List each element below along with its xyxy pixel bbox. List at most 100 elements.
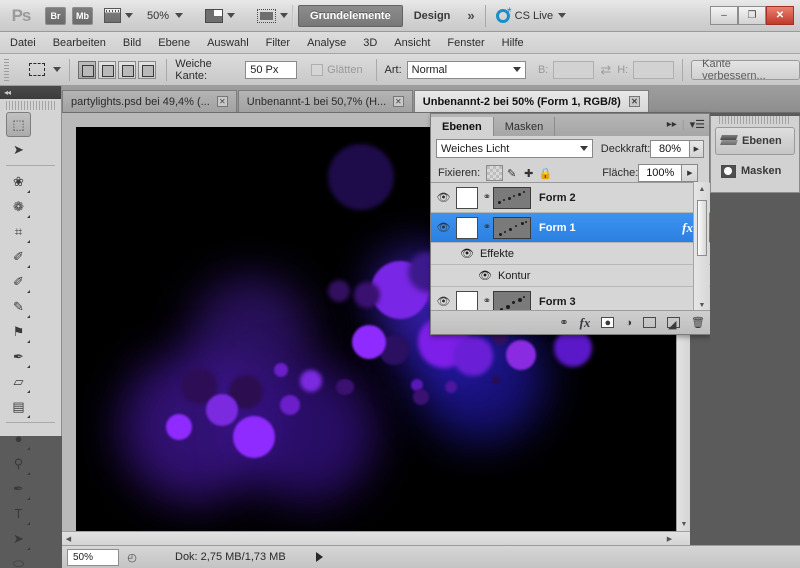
document-tab-unbenannt-1[interactable]: Unbenannt-1 bei 50,7% (H... ✕ — [237, 90, 413, 112]
layers-scrollbar[interactable]: ▲ ▼ — [693, 182, 709, 312]
blur-tool[interactable]: ● — [6, 426, 31, 451]
blend-mode-select[interactable]: Weiches Licht — [436, 139, 593, 158]
gradient-tool[interactable]: ▤ — [6, 394, 31, 419]
layer-link-icon[interactable]: ⚭ — [481, 192, 493, 203]
lock-position-icon[interactable]: ✚ — [520, 165, 537, 181]
history-brush-tool[interactable]: ✒ — [6, 344, 31, 369]
tab-masken[interactable]: Masken — [494, 117, 556, 136]
lock-image-pixels-icon[interactable]: ✎ — [503, 165, 520, 181]
scroll-left-icon[interactable]: ◀ — [62, 532, 75, 546]
intersect-selection-button[interactable] — [138, 60, 157, 79]
effect-visibility-eye-icon[interactable]: 👁 — [478, 269, 492, 282]
clone-stamp-tool[interactable]: ⚑ — [6, 319, 31, 344]
dodge-tool[interactable]: ⚲ — [6, 451, 31, 476]
pen-tool[interactable]: ✒ — [6, 476, 31, 501]
app-zoom-level[interactable]: 50% — [147, 10, 169, 22]
move-tool[interactable]: ➤ — [6, 137, 31, 162]
menu-item-datei[interactable]: Datei — [10, 37, 36, 49]
menu-item-auswahl[interactable]: Auswahl — [207, 37, 249, 49]
new-selection-button[interactable] — [78, 60, 97, 79]
tab-ebenen[interactable]: Ebenen — [431, 117, 494, 136]
lock-transparency-icon[interactable] — [486, 165, 504, 181]
new-group-button[interactable] — [643, 317, 657, 328]
layer-thumbnail[interactable] — [493, 186, 531, 209]
dock-item-ebenen[interactable]: Ebenen — [715, 127, 795, 155]
panel-menu-icon[interactable]: ▾☰ — [690, 118, 705, 131]
arrange-documents-control[interactable] — [191, 8, 236, 23]
delete-layer-button[interactable]: 🗑 — [691, 316, 705, 329]
layer-styles-button[interactable]: fx — [580, 315, 591, 331]
path-selection-tool[interactable]: ➤ — [6, 526, 31, 551]
toolbox-grip[interactable] — [6, 101, 55, 110]
rectangular-marquee-tool[interactable]: ⬚ — [6, 112, 31, 137]
lock-all-icon[interactable]: 🔒 — [537, 165, 554, 181]
add-layer-mask-button[interactable]: ● — [601, 317, 615, 329]
layer-effects-group-row[interactable]: 👁 Effekte — [431, 243, 711, 265]
status-zoom-input[interactable]: 50% — [67, 548, 119, 566]
layer-link-icon[interactable]: ⚭ — [481, 296, 493, 307]
close-button[interactable]: ✕ — [766, 6, 794, 25]
table-row[interactable]: 👁 ⚭ Form 2 — [431, 183, 711, 213]
collapse-panel-icon[interactable]: ▸▸ — [667, 119, 677, 130]
workspace-design[interactable]: Design — [403, 6, 462, 26]
minimize-button[interactable]: – — [710, 6, 738, 25]
toolbox-collapse-handle[interactable]: ◂◂ — [0, 86, 61, 99]
width-input[interactable] — [553, 60, 595, 79]
layer-effect-row[interactable]: 👁 Kontur — [431, 265, 711, 287]
new-fill-adjustment-button[interactable]: ◑ — [625, 317, 632, 329]
menu-item-fenster[interactable]: Fenster — [447, 37, 484, 49]
document-tab-unbenannt-2[interactable]: Unbenannt-2 bei 50% (Form 1, RGB/8) * ✕ — [413, 90, 649, 112]
feather-input[interactable]: 50 Px — [245, 60, 298, 79]
layer-visibility-eye-icon[interactable]: 👁 — [431, 295, 456, 308]
opacity-stepper[interactable]: ▶ — [689, 139, 704, 158]
layer-visibility-eye-icon[interactable]: 👁 — [431, 191, 456, 204]
style-select[interactable]: Normal — [406, 60, 526, 79]
layer-link-icon[interactable]: ⚭ — [481, 222, 493, 233]
rectangular-marquee-icon[interactable] — [29, 63, 46, 76]
dock-item-masken[interactable]: Masken — [715, 157, 795, 185]
right-dock-grip[interactable] — [719, 116, 791, 124]
add-to-selection-button[interactable] — [98, 60, 117, 79]
workspace-grundelemente[interactable]: Grundelemente — [298, 4, 403, 27]
canvas-horizontal-scrollbar[interactable]: ◀ ▶ — [62, 531, 690, 545]
cs-live-button[interactable]: CS Live — [495, 5, 567, 23]
eraser-tool[interactable]: ▱ — [6, 369, 31, 394]
lasso-tool[interactable]: ❀ — [6, 169, 31, 194]
type-tool[interactable]: T — [6, 501, 31, 526]
menu-item-bearbeiten[interactable]: Bearbeiten — [53, 37, 106, 49]
options-bar-grip[interactable] — [4, 58, 10, 81]
brush-tool[interactable]: ✎ — [6, 294, 31, 319]
view-extras-control[interactable] — [104, 8, 133, 23]
layer-effects-fx-icon[interactable]: fx — [682, 220, 693, 236]
healing-brush-tool[interactable]: ✐ — [6, 269, 31, 294]
bridge-icon[interactable]: Br — [45, 6, 66, 25]
quick-selection-tool[interactable]: ❁ — [6, 194, 31, 219]
status-clock-icon[interactable]: ◴ — [123, 551, 141, 564]
refine-edge-button[interactable]: Kante verbessern... — [691, 58, 800, 82]
screen-mode-control[interactable] — [243, 8, 289, 23]
document-tab-partylights[interactable]: partylights.psd bei 49,4% (... ✕ — [62, 90, 237, 112]
workspace-more-icon[interactable]: » — [467, 8, 474, 23]
antialias-checkbox[interactable] — [311, 63, 324, 76]
fill-input[interactable]: 100% — [638, 164, 683, 182]
eyedropper-tool[interactable]: ✐ — [6, 244, 31, 269]
ellipse-shape-tool[interactable]: ⬭ — [6, 551, 31, 568]
status-menu-icon[interactable] — [315, 552, 323, 562]
menu-item-filter[interactable]: Filter — [266, 37, 290, 49]
layers-scroll-up-icon[interactable]: ▲ — [694, 182, 710, 196]
close-icon[interactable]: ✕ — [629, 96, 640, 107]
tool-preset-chevron-down-icon[interactable] — [53, 67, 62, 72]
new-layer-button[interactable]: ◢ — [667, 317, 681, 331]
zoom-chevron-down-icon[interactable] — [175, 13, 184, 18]
menu-item-hilfe[interactable]: Hilfe — [502, 37, 524, 49]
menu-item-bild[interactable]: Bild — [123, 37, 141, 49]
close-icon[interactable]: ✕ — [216, 96, 228, 107]
menu-item-3d[interactable]: 3D — [363, 37, 377, 49]
effect-visibility-eye-icon[interactable]: 👁 — [460, 247, 474, 260]
close-icon[interactable]: ✕ — [392, 96, 404, 107]
layers-scroll-thumb[interactable] — [697, 200, 707, 256]
height-input[interactable] — [633, 60, 675, 79]
layer-mask-thumbnail[interactable] — [456, 216, 478, 239]
opacity-input[interactable]: 80% — [650, 139, 690, 158]
scroll-right-icon[interactable]: ▶ — [663, 532, 676, 546]
